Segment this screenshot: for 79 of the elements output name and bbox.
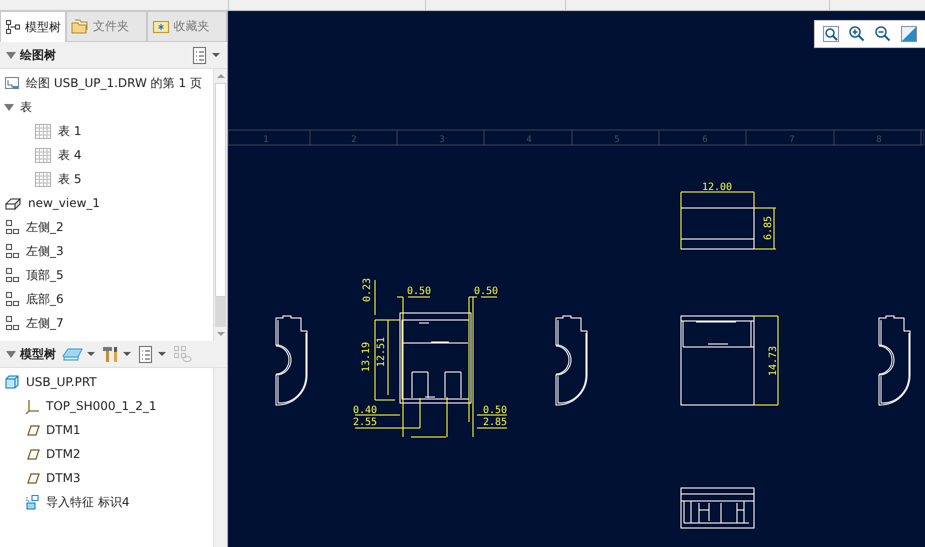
dimension-text: 12.00 — [702, 182, 732, 193]
tree-item[interactable]: 表 4 — [58, 146, 82, 164]
view-layout-icon — [4, 219, 20, 235]
ruler-number: 4 — [526, 135, 532, 145]
repaint-button[interactable] — [899, 25, 919, 43]
section-title: 绘图树 — [20, 46, 56, 64]
tree-item[interactable]: 绘图 USB_UP_1.DRW 的第 1 页 — [26, 74, 202, 92]
zoom-fit-icon — [822, 25, 840, 43]
dimension-text: 0.23 — [362, 278, 373, 302]
expand-triangle-icon[interactable] — [4, 104, 14, 110]
view-layout-icon — [4, 243, 20, 259]
zoom-in-button[interactable] — [847, 25, 867, 43]
ruler-number: 1 — [263, 135, 269, 145]
tree-item[interactable]: USB_UP.PRT — [26, 375, 97, 389]
tree-item[interactable]: 表 5 — [58, 170, 82, 188]
dimension-text: 0.50 — [406, 286, 432, 297]
ruler-number: 6 — [702, 135, 708, 145]
zoom-out-button[interactable] — [873, 25, 893, 43]
dimension-text: 2.85 — [482, 417, 508, 428]
tree-item[interactable]: new_view_1 — [28, 196, 100, 210]
import-feature-icon — [24, 494, 40, 510]
ruler-number: 8 — [876, 135, 882, 145]
folder-icon — [71, 18, 89, 35]
dimension-text: 0.50 — [482, 405, 508, 416]
sheet-icon — [4, 75, 20, 91]
list-icon — [191, 46, 208, 64]
scrollbar-track[interactable] — [213, 368, 227, 547]
panel-tab[interactable]: 模型树 — [0, 11, 66, 42]
tree-item[interactable]: 左侧_3 — [26, 242, 64, 260]
view-layout-icon — [4, 291, 20, 307]
ruler-number: 3 — [439, 135, 445, 145]
dimension-text: 14.73 — [768, 346, 779, 376]
section-title: 模型树 — [20, 346, 56, 362]
dimension-text: 12.51 — [376, 336, 387, 368]
ruler-number: 7 — [789, 135, 795, 145]
view-box-icon — [4, 195, 22, 211]
dimension-text: 0.50 — [474, 286, 498, 297]
ruler-number: 5 — [614, 135, 620, 145]
list-options-button[interactable] — [190, 44, 221, 66]
favorites-folder-icon — [152, 18, 170, 35]
tree-item[interactable]: 左侧_7 — [26, 314, 64, 332]
dimension-text: 2.55 — [352, 417, 378, 428]
dimension-text: 6.85 — [763, 216, 774, 240]
list-options-icon — [137, 344, 154, 364]
table-icon — [34, 122, 52, 140]
zoom-in-icon — [848, 25, 866, 43]
tools-icon — [101, 345, 119, 363]
hidden-items-icon — [172, 345, 192, 363]
list-options-button[interactable] — [136, 344, 167, 364]
tree-item[interactable]: 表 1 — [58, 122, 82, 140]
coordinate-system-icon — [24, 398, 40, 414]
panel-tab[interactable]: 文件夹 — [66, 11, 146, 41]
scrollbar[interactable] — [213, 69, 227, 341]
tree-item[interactable]: TOP_SH000_1_2_1 — [46, 399, 156, 413]
collapse-triangle-icon[interactable] — [6, 52, 16, 58]
ruler-number: 2 — [351, 135, 357, 145]
tree-item[interactable]: 底部_6 — [26, 290, 64, 308]
zoom-fit-button[interactable] — [821, 25, 841, 43]
shape-icon — [61, 346, 83, 362]
tools-button[interactable] — [100, 344, 132, 364]
part-cube-icon — [4, 374, 20, 390]
tree-item[interactable]: DTM1 — [46, 423, 81, 437]
table-icon — [34, 170, 52, 188]
table-icon — [34, 146, 52, 164]
tree-item[interactable]: 左侧_2 — [26, 218, 64, 236]
tree-item[interactable]: DTM3 — [46, 471, 81, 485]
dimension-text: 0.40 — [352, 405, 378, 416]
zoom-out-icon — [874, 25, 892, 43]
dimension-text: 13.19 — [361, 342, 372, 372]
tree-item[interactable]: 表 — [20, 98, 32, 116]
tree-item[interactable]: 顶部_5 — [26, 266, 64, 284]
tree-item[interactable]: DTM2 — [46, 447, 81, 461]
view-layout-icon — [4, 315, 20, 331]
repaint-icon — [900, 25, 918, 43]
panel-tab[interactable]: 收藏夹 — [146, 11, 227, 41]
view-layout-icon — [4, 267, 20, 283]
collapse-triangle-icon[interactable] — [6, 350, 16, 358]
tree-item[interactable]: 导入特征 标识4 — [46, 494, 130, 510]
tree-icon — [5, 19, 21, 35]
